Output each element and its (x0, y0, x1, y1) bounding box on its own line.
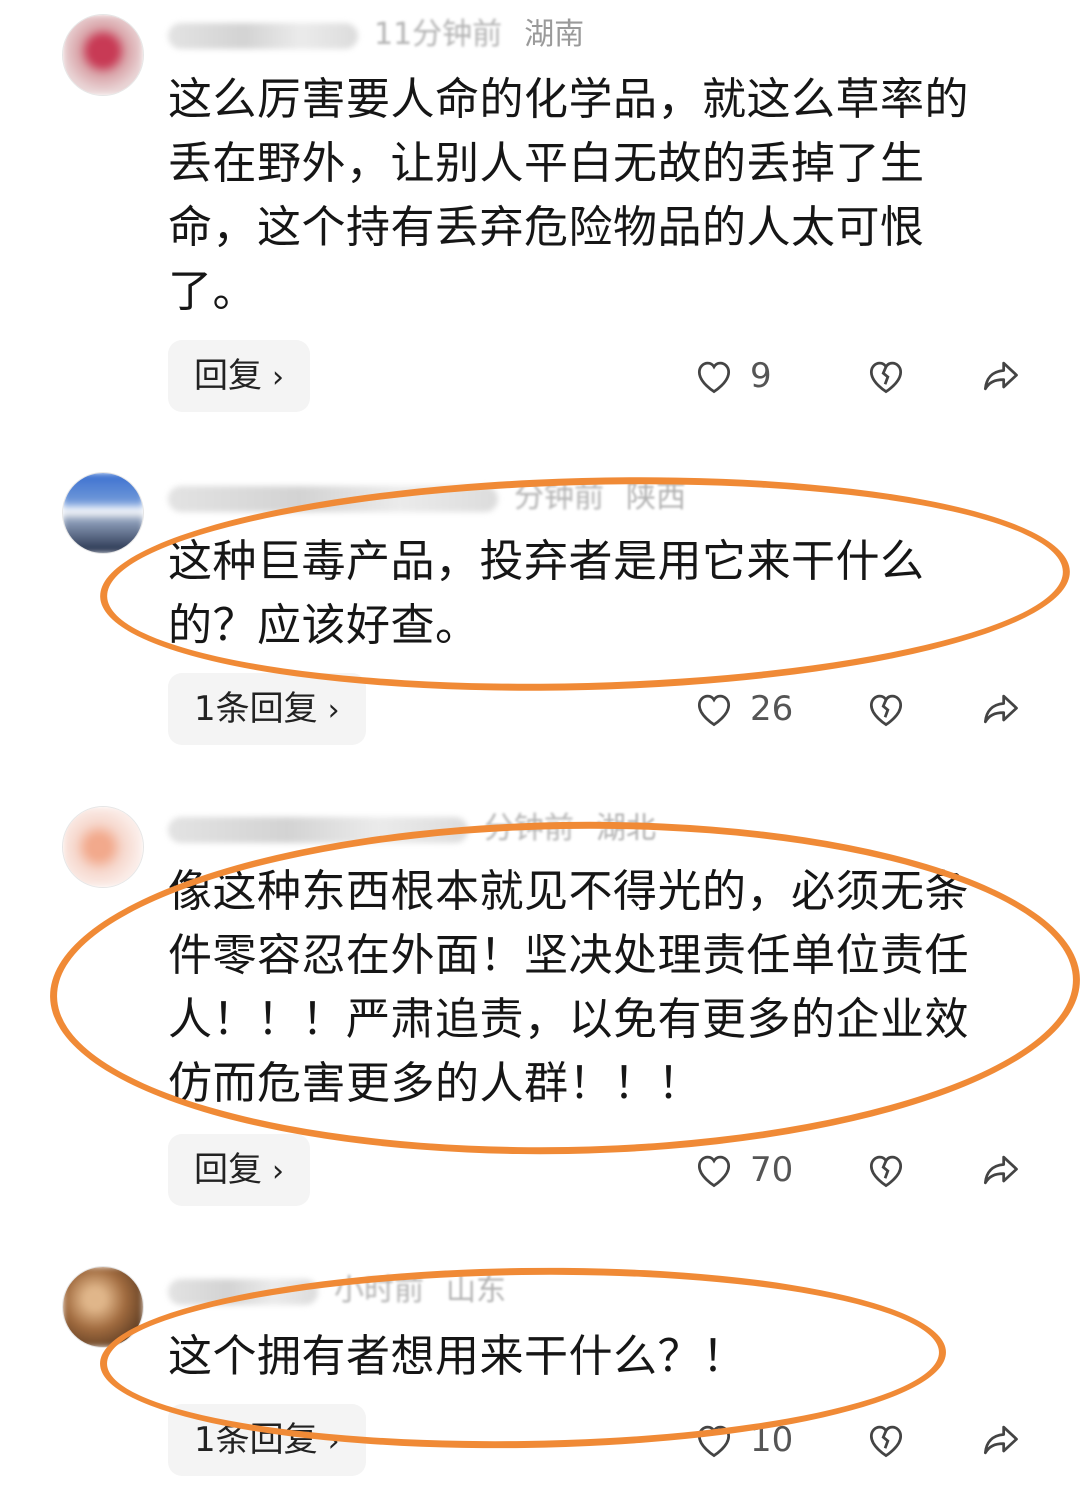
comment-meta: 11分钟前 湖南 (168, 12, 584, 58)
avatar[interactable] (62, 472, 144, 554)
like-count: 26 (750, 689, 794, 729)
comment-actions: 70 (692, 1134, 1022, 1206)
username-blurred[interactable] (168, 1278, 318, 1305)
region-label: 湖南 (524, 17, 585, 52)
avatar[interactable] (62, 806, 144, 888)
avatar[interactable] (62, 1266, 144, 1348)
reply-label: 1条回复 (194, 689, 318, 729)
comment-text: 这种巨毒产品，投弃者是用它来干什么的？应该好查。 (168, 536, 925, 651)
comment-text: 像这种东西根本就见不得光的，必须无条件零容忍在外面！坚决处理责任单位责任人！！！… (168, 866, 969, 1109)
username-blurred[interactable] (168, 22, 358, 49)
comment-meta: 分钟前 陕西 (168, 475, 686, 521)
broken-heart-icon[interactable] (864, 1148, 908, 1192)
broken-heart-icon[interactable] (864, 1418, 908, 1462)
avatar[interactable] (62, 14, 144, 96)
like-count: 10 (750, 1420, 794, 1460)
like-button[interactable]: 10 (692, 1418, 802, 1462)
timestamp-blurred: 小时前 (334, 1273, 424, 1308)
like-button[interactable]: 26 (692, 687, 802, 731)
comment-actions: 9 (692, 340, 1022, 412)
heart-outline-icon (697, 361, 731, 394)
chevron-right-icon: › (327, 1424, 340, 1459)
like-button[interactable]: 9 (692, 354, 802, 398)
chevron-right-icon: › (272, 1154, 284, 1189)
chevron-right-icon: › (272, 360, 284, 395)
heart-outline-icon (697, 1155, 731, 1188)
heart-outline-icon (697, 1425, 731, 1458)
comment-actions: 26 (692, 673, 1022, 745)
reply-button[interactable]: 回复 › (168, 340, 310, 412)
reply-button[interactable]: 1条回复 › (168, 673, 366, 745)
reply-label: 1条回复 (194, 1420, 318, 1460)
timestamp-blurred: 分钟前 (514, 480, 604, 515)
region-label: 山东 (446, 1273, 506, 1308)
reply-label: 回复 (194, 356, 262, 396)
like-count: 70 (750, 1150, 794, 1190)
comment-text: 这个拥有者想用来干什么？！ (168, 1331, 747, 1382)
broken-heart-icon[interactable] (864, 354, 908, 398)
comment-text: 这么厉害要人命的化学品，就这么草率的丢在野外，让别人平白无故的丢掉了生命，这个持… (168, 74, 969, 317)
reply-label: 回复 (194, 1150, 262, 1190)
timestamp-blurred: 11分钟前 (374, 17, 503, 52)
chevron-right-icon: › (327, 693, 340, 728)
reply-button[interactable]: 回复 › (168, 1134, 310, 1206)
reply-button[interactable]: 1条回复 › (168, 1404, 366, 1476)
heart-outline-icon (697, 694, 731, 727)
share-arrow-icon[interactable] (978, 1418, 1022, 1462)
broken-heart-icon[interactable] (864, 687, 908, 731)
comment-actions: 10 (692, 1404, 1022, 1476)
share-arrow-icon[interactable] (978, 354, 1022, 398)
region-label: 陕西 (626, 480, 686, 515)
username-blurred[interactable] (168, 485, 498, 512)
region-label: 湖北 (596, 811, 656, 846)
like-count: 9 (750, 356, 772, 396)
share-arrow-icon[interactable] (978, 687, 1022, 731)
username-blurred[interactable] (168, 816, 468, 843)
share-arrow-icon[interactable] (978, 1148, 1022, 1192)
like-button[interactable]: 70 (692, 1148, 802, 1192)
comment-meta: 小时前 山东 (168, 1268, 506, 1314)
timestamp-blurred: 分钟前 (484, 811, 574, 846)
comment-meta: 分钟前 湖北 (168, 806, 656, 852)
